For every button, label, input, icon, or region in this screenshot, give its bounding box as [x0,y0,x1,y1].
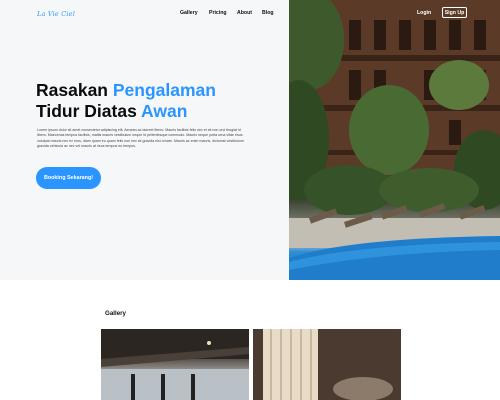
headline-text: Tidur Diatas [36,101,142,121]
login-link[interactable]: Login [417,10,431,16]
signup-button[interactable]: Sign Up [442,7,467,18]
booking-button[interactable]: Booking Sekarang! [36,167,101,189]
nav-pricing[interactable]: Pricing [209,10,227,16]
gallery-image-bedroom[interactable] [253,329,401,400]
gallery-image-room[interactable] [101,329,249,400]
headline-text: Rasakan [36,80,113,100]
gallery-bedroom-illustration [253,329,401,400]
resort-photo-illustration [289,0,500,280]
headline-accent: Awan [141,101,188,121]
gallery-title: Gallery [105,310,126,317]
hero-headline: Rasakan Pengalaman Tidur Diatas Awan [36,80,216,122]
nav-gallery[interactable]: Gallery [180,10,198,16]
hero-description: Lorem ipsum dolor sit amet consectetur a… [37,128,244,149]
brand-logo[interactable]: La Vie Ciel [37,10,75,18]
gallery-room-illustration [101,329,249,400]
nav-about[interactable]: About [237,10,252,16]
headline-accent: Pengalaman [112,80,216,100]
hero-resort-image [289,0,500,280]
nav-blog[interactable]: Blog [262,10,274,16]
